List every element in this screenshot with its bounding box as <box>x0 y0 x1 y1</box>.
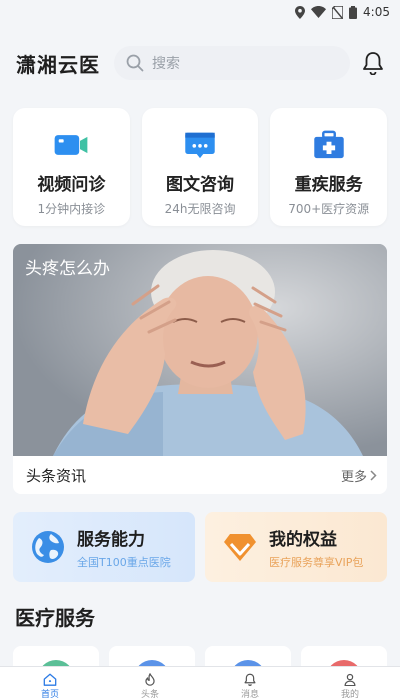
bell-icon <box>244 673 256 686</box>
service-title: 重疾服务 <box>294 175 363 195</box>
globe-icon <box>32 531 64 563</box>
medical-services-heading: 医疗服务 <box>15 606 95 630</box>
text-consult-card[interactable]: 图文咨询 24h无限咨询 <box>141 108 259 226</box>
location-icon <box>295 5 306 19</box>
video-consult-card[interactable]: 视频问诊 1分钟内接诊 <box>13 108 130 226</box>
video-camera-icon <box>54 135 88 155</box>
search-input[interactable]: 搜索 <box>114 46 350 80</box>
service-subtitle: 700+医疗资源 <box>288 202 370 216</box>
flame-icon <box>145 673 155 686</box>
chat-bubble-icon <box>185 132 215 159</box>
news-more-link[interactable]: 更多 <box>341 466 377 485</box>
tab-home[interactable]: 首页 <box>0 667 100 700</box>
app-title: 潇湘云医 <box>16 52 100 77</box>
search-icon <box>126 54 144 72</box>
search-placeholder: 搜索 <box>152 56 180 72</box>
no-sim-icon <box>332 5 344 19</box>
tab-label: 头条 <box>140 690 159 700</box>
wifi-icon <box>311 6 327 18</box>
bottom-tab-bar: 首页 头条 消息 我的 <box>0 666 400 700</box>
promo-subtitle: 全国T100重点医院 <box>77 555 171 569</box>
service-capability-card[interactable]: 服务能力 全国T100重点医院 <box>13 512 195 582</box>
service-cards: 视频问诊 1分钟内接诊 图文咨询 24h无限咨询 重疾服务 700+医疗资源 <box>0 102 400 226</box>
promo-title: 我的权益 <box>269 529 337 550</box>
news-section-label: 头条资讯 <box>26 466 87 485</box>
tab-messages[interactable]: 消息 <box>200 667 300 700</box>
notification-bell-button[interactable] <box>360 50 386 76</box>
status-time: 4:05 <box>363 5 390 19</box>
news-image-caption: 头疼怎么办 <box>25 259 110 279</box>
news-image[interactable]: 头疼怎么办 <box>13 244 387 456</box>
tab-profile[interactable]: 我的 <box>300 667 400 700</box>
tab-label: 消息 <box>240 690 259 700</box>
tab-label: 我的 <box>340 690 359 700</box>
bell-icon <box>363 52 383 75</box>
status-bar: 4:05 <box>0 0 400 24</box>
tab-label: 首页 <box>40 690 59 700</box>
diamond-icon <box>224 534 256 561</box>
headline-news-card[interactable]: 头疼怎么办 头条资讯 更多 <box>13 244 387 494</box>
news-footer: 头条资讯 更多 <box>13 456 387 494</box>
user-icon <box>344 673 356 686</box>
service-title: 图文咨询 <box>166 175 234 195</box>
home-icon <box>43 673 57 686</box>
chevron-right-icon <box>370 469 377 481</box>
battery-icon <box>349 5 358 19</box>
service-title: 视频问诊 <box>37 175 106 195</box>
promo-cards: 服务能力 全国T100重点医院 我的权益 医疗服务尊享VIP包 <box>0 494 400 582</box>
service-subtitle: 1分钟内接诊 <box>37 202 106 216</box>
promo-title: 服务能力 <box>77 529 145 550</box>
promo-subtitle: 医疗服务尊享VIP包 <box>269 555 364 569</box>
tab-headlines[interactable]: 头条 <box>100 667 200 700</box>
medical-kit-icon <box>313 130 344 159</box>
news-more-label: 更多 <box>340 469 367 485</box>
header: 潇湘云医 搜索 <box>0 24 400 102</box>
critical-illness-card[interactable]: 重疾服务 700+医疗资源 <box>270 108 388 226</box>
my-benefits-card[interactable]: 我的权益 医疗服务尊享VIP包 <box>205 512 387 582</box>
service-subtitle: 24h无限咨询 <box>164 202 236 216</box>
